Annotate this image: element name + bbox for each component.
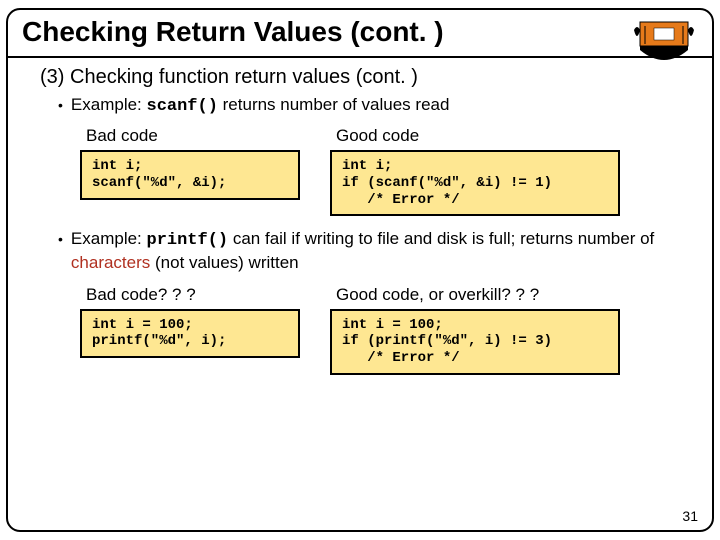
example2-bad-label: Bad code? ? ? [86, 285, 300, 305]
section-heading: (3) Checking function return values (con… [40, 66, 688, 89]
bullet-dot-icon: • [58, 228, 63, 250]
scanf-code: scanf() [147, 97, 218, 116]
example1-columns: Bad code int i; scanf("%d", &i); Good co… [80, 122, 688, 216]
example1-good-col: Good code int i; if (scanf("%d", &i) != … [330, 122, 620, 216]
slide-title: Checking Return Values (cont. ) [22, 16, 698, 48]
example2-bad-code: int i = 100; printf("%d", i); [80, 309, 300, 359]
example1-good-label: Good code [336, 126, 620, 146]
example2-columns: Bad code? ? ? int i = 100; printf("%d", … [80, 281, 688, 375]
example2-text: Example: printf() can fail if writing to… [71, 228, 688, 274]
princeton-shield-icon [634, 20, 694, 71]
example1-bad-label: Bad code [86, 126, 300, 146]
example2-good-code: int i = 100; if (printf("%d", i) != 3) /… [330, 309, 620, 375]
bullet-dot-icon: • [58, 95, 63, 115]
example1-good-code: int i; if (scanf("%d", &i) != 1) /* Erro… [330, 150, 620, 216]
example2-good-label: Good code, or overkill? ? ? [336, 285, 620, 305]
printf-code: printf() [147, 231, 229, 250]
example1-text: Example: scanf() returns number of value… [71, 95, 450, 116]
characters-highlight: characters [71, 253, 150, 272]
slide-frame: Checking Return Values (cont. ) (3) Chec… [6, 8, 714, 532]
example1-bad-col: Bad code int i; scanf("%d", &i); [80, 122, 300, 216]
example2-bad-col: Bad code? ? ? int i = 100; printf("%d", … [80, 281, 300, 375]
example1-bad-code: int i; scanf("%d", &i); [80, 150, 300, 200]
page-number: 31 [682, 508, 698, 524]
example2-good-col: Good code, or overkill? ? ? int i = 100;… [330, 281, 620, 375]
example2-bullet: • Example: printf() can fail if writing … [58, 228, 688, 274]
content-area: (3) Checking function return values (con… [8, 58, 712, 375]
example1-bullet: • Example: scanf() returns number of val… [58, 95, 688, 116]
title-area: Checking Return Values (cont. ) [8, 10, 712, 52]
